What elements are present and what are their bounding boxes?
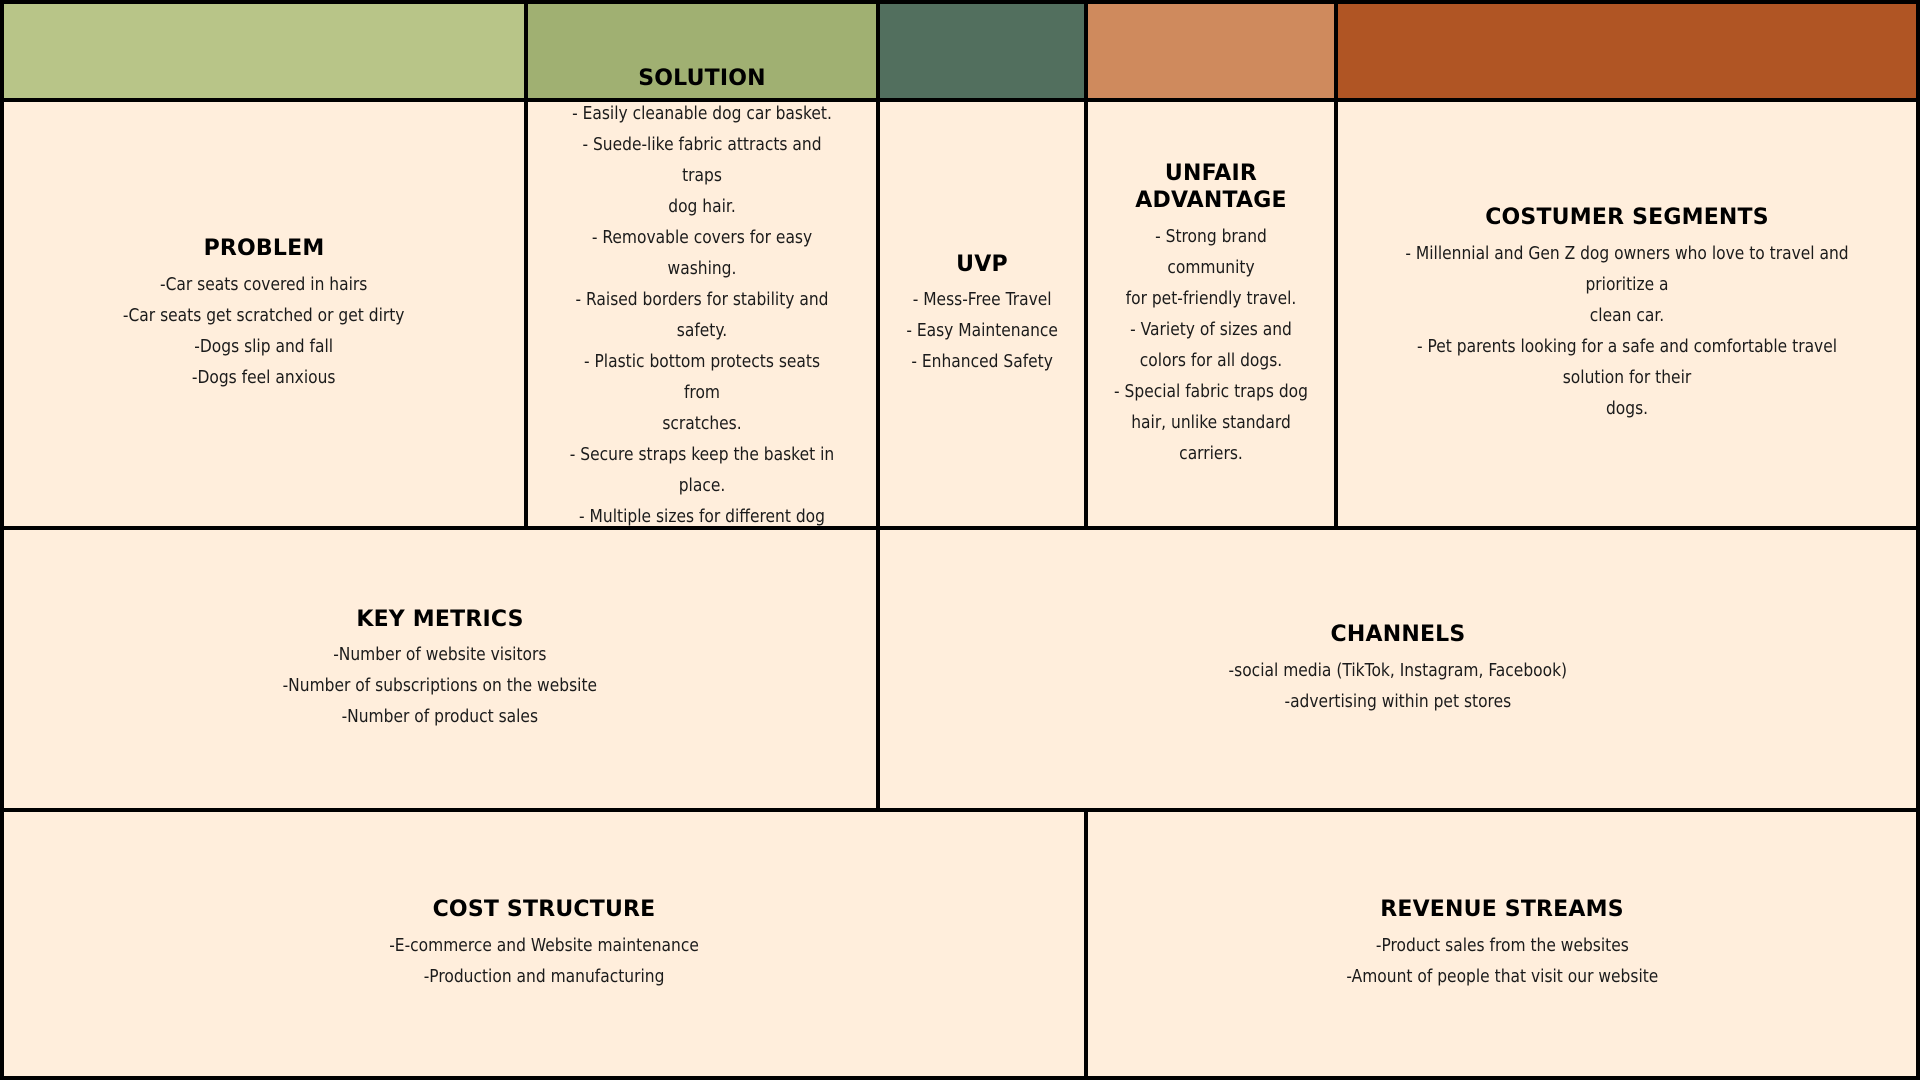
channels-box: CHANNELS -social media (TikTok, Instagra… [876, 526, 1920, 812]
color-band-5 [1334, 0, 1920, 102]
solution-list: - Easily cleanable dog car basket. - Sued… [546, 98, 858, 563]
unfair-advantage-box: UNFAIR ADVANTAGE - Strong brand communit… [1084, 98, 1338, 530]
list-item: -Car seats covered in hairs [160, 273, 368, 295]
unfair-advantage-list: - Strong brand community for pet-friendly… [1096, 221, 1326, 469]
list-item: dog hair. [668, 196, 736, 218]
channels-title: CHANNELS [1330, 622, 1466, 648]
list-item: - Strong brand community [1155, 225, 1267, 278]
list-item: - Suede-like fabric attracts and traps [582, 134, 822, 187]
cost-structure-list: -E-commerce and Website maintenance -Prod… [364, 930, 724, 992]
list-item: - Raised borders for stability and safet… [575, 289, 829, 342]
list-item: - Mess-Free Travel [912, 289, 1052, 311]
list-item: - Easily cleanable dog car basket. [572, 103, 832, 125]
list-item: -social media (TikTok, Instagram, Facebo… [1228, 659, 1568, 681]
list-item: -Number of subscriptions on the website [282, 675, 598, 697]
key-metrics-title: KEY METRICS [356, 606, 524, 632]
list-item: dogs. [1605, 397, 1649, 419]
list-item: -Amount of people that visit our website [1346, 965, 1658, 987]
list-item: - Enhanced Safety [911, 351, 1053, 373]
list-item: for pet-friendly travel. [1125, 287, 1297, 309]
lean-canvas: PROBLEM -Car seats covered in hairs -Car … [0, 0, 1920, 1080]
key-metrics-list: -Number of website visitors -Number of su… [257, 639, 623, 732]
customer-segments-list: - Millennial and Gen Z dog owners who lo… [1348, 238, 1906, 424]
color-band-4 [1084, 0, 1338, 102]
list-item: - Removable covers for easy washing. [591, 227, 813, 280]
problem-title: PROBLEM [203, 236, 325, 262]
list-item: -advertising within pet stores [1284, 690, 1512, 712]
uvp-title: UVP [956, 251, 1008, 277]
list-item: - Variety of sizes and [1130, 318, 1292, 340]
list-item: - Plastic bottom protects seats from [583, 351, 821, 404]
list-item: -Number of website visitors [333, 644, 547, 666]
list-item: -Number of product sales [341, 706, 539, 728]
color-band-3 [876, 0, 1088, 102]
list-item: carriers. [1179, 442, 1243, 464]
solution-box: SOLUTION - Easily cleanable dog car bask… [524, 66, 880, 558]
list-item: -Dogs slip and fall [194, 335, 334, 357]
revenue-streams-box: REVENUE STREAMS -Product sales from the … [1084, 808, 1920, 1080]
key-metrics-box: KEY METRICS -Number of website visitors -… [0, 526, 880, 812]
list-item: - Millennial and Gen Z dog owners who lo… [1405, 242, 1849, 295]
list-item: colors for all dogs. [1139, 349, 1283, 371]
list-item: hair, unlike standard [1131, 411, 1291, 433]
revenue-streams-list: -Product sales from the websites -Amount … [1321, 930, 1684, 992]
list-item: - Pet parents looking for a safe and com… [1416, 335, 1838, 388]
solution-title: SOLUTION [638, 65, 766, 91]
customer-segments-box: COSTUMER SEGMENTS - Millennial and Gen Z… [1334, 98, 1920, 530]
list-item: scratches. [662, 413, 742, 435]
list-item: - Easy Maintenance [906, 320, 1058, 342]
list-item: - Secure straps keep the basket in place… [569, 444, 835, 497]
color-band-1 [0, 0, 528, 102]
list-item: - Special fabric traps dog [1114, 380, 1308, 402]
list-item: -E-commerce and Website maintenance [389, 934, 699, 956]
uvp-list: - Mess-Free Travel - Easy Maintenance - En… [894, 284, 1070, 377]
list-item: -Dogs feel anxious [192, 366, 336, 388]
cost-structure-box: COST STRUCTURE -E-commerce and Website m… [0, 808, 1088, 1080]
list-item: clean car. [1589, 304, 1665, 326]
list-item: -Production and manufacturing [423, 965, 665, 987]
uvp-box: UVP - Mess-Free Travel - Easy Maintenance… [876, 98, 1088, 530]
channels-list: -social media (TikTok, Instagram, Facebo… [1201, 655, 1595, 717]
problem-box: PROBLEM -Car seats covered in hairs -Car … [0, 98, 528, 530]
list-item: -Car seats get scratched or get dirty [123, 304, 405, 326]
unfair-advantage-title: UNFAIR ADVANTAGE [1135, 160, 1287, 214]
customer-segments-title: COSTUMER SEGMENTS [1485, 205, 1769, 231]
list-item: -Product sales from the websites [1375, 934, 1629, 956]
revenue-streams-title: REVENUE STREAMS [1380, 897, 1624, 923]
cost-structure-title: COST STRUCTURE [432, 897, 656, 923]
problem-list: -Car seats covered in hairs -Car seats ge… [100, 269, 427, 393]
